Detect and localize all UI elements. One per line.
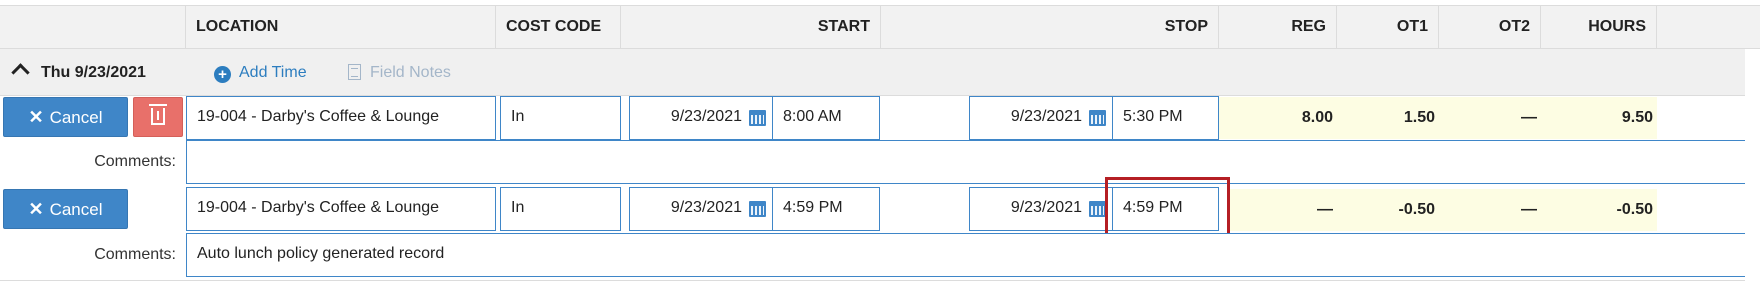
notes-icon <box>348 64 361 80</box>
field-notes-label: Field Notes <box>370 64 451 81</box>
start-date-field[interactable]: 9/23/2021 <box>629 187 773 231</box>
start-date-field[interactable]: 9/23/2021 <box>629 96 773 140</box>
add-time-link[interactable]: + Add Time <box>214 49 307 96</box>
header-cost-code: COST CODE <box>496 5 621 49</box>
header-ot1-label: OT1 <box>1396 18 1428 35</box>
stop-time-field[interactable]: 5:30 PM <box>1112 96 1219 140</box>
comments-label: Comments: <box>94 153 176 170</box>
ot2-value: — <box>1521 201 1537 218</box>
stop-date-field[interactable]: 9/23/2021 <box>969 96 1113 140</box>
cancel-label: Cancel <box>49 200 103 219</box>
hours-value: -0.50 <box>1616 201 1653 218</box>
calendar-icon[interactable] <box>1089 110 1106 126</box>
chevron-up-icon <box>11 63 30 82</box>
comments-label: Comments: <box>94 246 176 263</box>
header-ot2: OT2 <box>1439 5 1541 49</box>
ot1-value: 1.50 <box>1403 109 1435 126</box>
header-start-label: START <box>817 18 870 35</box>
hours-value: 9.50 <box>1621 109 1653 126</box>
reg-value: — <box>1317 201 1333 218</box>
add-time-label: Add Time <box>239 64 307 81</box>
cost-code-field[interactable]: In <box>500 187 621 231</box>
comments-field[interactable]: Auto lunch policy generated record <box>186 233 1745 277</box>
header-cost-code-label: COST CODE <box>506 18 602 35</box>
calendar-icon[interactable] <box>1089 201 1106 217</box>
cancel-button[interactable]: ✕ Cancel <box>3 97 128 137</box>
calendar-icon[interactable] <box>749 201 766 217</box>
start-time-field[interactable]: 4:59 PM <box>772 187 880 231</box>
ot1-value: -0.50 <box>1398 201 1435 218</box>
trash-icon <box>149 104 167 125</box>
plus-circle-icon: + <box>214 66 231 83</box>
header-reg-label: REG <box>1291 18 1326 35</box>
calendar-icon[interactable] <box>749 110 766 126</box>
header-reg: REG <box>1219 5 1337 49</box>
header-stop-label: STOP <box>1164 18 1208 35</box>
day-label: Thu 9/23/2021 <box>41 64 146 81</box>
header-hours: HOURS <box>1541 5 1657 49</box>
header-location: LOCATION <box>186 5 496 49</box>
field-notes-link[interactable]: Field Notes <box>348 49 451 96</box>
delete-button[interactable] <box>133 97 183 137</box>
start-date-value: 9/23/2021 <box>670 108 742 125</box>
location-field[interactable]: 19-004 - Darby's Coffee & Lounge <box>186 96 496 140</box>
close-icon: ✕ <box>28 107 44 127</box>
ot2-value: — <box>1521 109 1537 126</box>
cancel-label: Cancel <box>49 108 103 127</box>
start-date-value: 9/23/2021 <box>670 199 742 216</box>
start-time-field[interactable]: 8:00 AM <box>772 96 880 140</box>
highlight-box <box>1105 177 1230 240</box>
stop-date-value: 9/23/2021 <box>1010 199 1082 216</box>
comments-field[interactable] <box>186 140 1745 184</box>
stop-date-field[interactable]: 9/23/2021 <box>969 187 1113 231</box>
header-location-label: LOCATION <box>196 18 279 35</box>
location-field[interactable]: 19-004 - Darby's Coffee & Lounge <box>186 187 496 231</box>
header-stop: STOP <box>881 5 1219 49</box>
timesheet-page: LOCATION COST CODE START STOP REG OT1 OT… <box>0 0 1760 289</box>
stop-date-value: 9/23/2021 <box>1010 108 1082 125</box>
cancel-button[interactable]: ✕ Cancel <box>3 189 128 229</box>
close-icon: ✕ <box>28 199 44 219</box>
header-ot1: OT1 <box>1337 5 1439 49</box>
header-actions <box>0 5 186 49</box>
day-toggle[interactable]: Thu 9/23/2021 <box>11 49 146 96</box>
header-ot2-label: OT2 <box>1498 18 1530 35</box>
header-hours-label: HOURS <box>1588 18 1646 35</box>
reg-value: 8.00 <box>1301 109 1333 126</box>
row-divider <box>0 280 1745 281</box>
cost-code-field[interactable]: In <box>500 96 621 140</box>
header-start: START <box>621 5 881 49</box>
